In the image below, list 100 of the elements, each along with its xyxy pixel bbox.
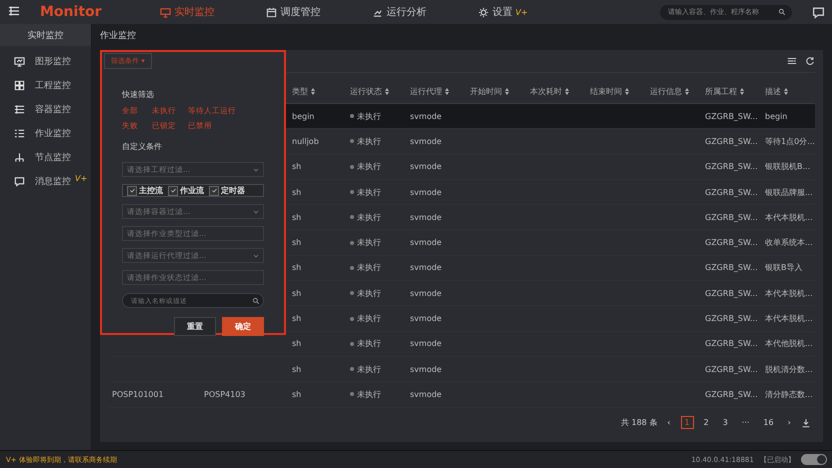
status-dot bbox=[350, 164, 354, 169]
column-header[interactable]: 运行信息 bbox=[646, 86, 701, 96]
nav-tab[interactable]: 调度管控 bbox=[266, 5, 321, 19]
sort-icon[interactable] bbox=[784, 88, 788, 94]
table-cell-text: svmode bbox=[409, 238, 443, 248]
table-cell-text: GZGRB_SW... bbox=[704, 188, 759, 197]
download-icon bbox=[800, 418, 811, 428]
table-cell-text: 银联B导入 bbox=[764, 262, 804, 274]
vip-label: V+ bbox=[75, 174, 88, 182]
table-cell-text: svmode bbox=[409, 263, 443, 272]
sort-icon[interactable] bbox=[445, 88, 449, 94]
grid-icon bbox=[14, 80, 25, 90]
table-row[interactable]: sh 未执行 svmode GZGRB_SW... 脱机清分数... bbox=[108, 356, 815, 382]
table-cell-text: svmode bbox=[409, 288, 443, 298]
page-button[interactable]: 2 bbox=[700, 416, 713, 430]
app-logo: Monitor bbox=[40, 4, 102, 20]
table-cell-text: svmode bbox=[409, 364, 443, 374]
status-dot bbox=[350, 342, 354, 346]
table-cell-text: GZGRB_SW... bbox=[704, 390, 759, 399]
sort-icon[interactable] bbox=[385, 88, 389, 94]
status-dot bbox=[350, 291, 354, 296]
vip-label: V+ bbox=[516, 8, 528, 16]
status-text: 未执行 bbox=[357, 388, 381, 400]
page-button[interactable]: ··· bbox=[738, 416, 754, 430]
status-dot bbox=[350, 114, 354, 118]
column-header[interactable]: 类型 bbox=[288, 86, 346, 96]
refresh-icon bbox=[804, 56, 815, 66]
status-dot bbox=[350, 215, 354, 220]
checkmark-icon bbox=[128, 187, 136, 194]
sidebar-item[interactable]: 容器监控 bbox=[35, 102, 71, 116]
sort-icon[interactable] bbox=[505, 88, 509, 94]
sort-icon[interactable] bbox=[625, 88, 629, 94]
calendar-icon bbox=[266, 6, 277, 18]
table-cell-text: sh bbox=[291, 238, 302, 248]
table-cell-text: GZGRB_SW... bbox=[704, 136, 759, 146]
column-header[interactable]: 开始时间 bbox=[466, 86, 526, 96]
checkbox[interactable]: 主控流 bbox=[127, 185, 163, 196]
nav-tab[interactable]: 运行分析 bbox=[372, 5, 427, 19]
table-cell-text: 本代本脱机... bbox=[764, 313, 814, 324]
column-header[interactable]: 运行状态 bbox=[346, 86, 406, 96]
page-button[interactable]: 3 bbox=[718, 416, 732, 430]
status-text: 未执行 bbox=[357, 237, 381, 248]
next-page-button[interactable]: › bbox=[784, 416, 795, 430]
table-cell-text: POSP4103 bbox=[203, 390, 246, 399]
status-text: 未执行 bbox=[357, 313, 381, 324]
toggle-switch[interactable] bbox=[800, 454, 827, 465]
breadcrumb: 作业监控 bbox=[100, 30, 137, 42]
table-cell-text: sh bbox=[291, 162, 302, 172]
chat-icon bbox=[812, 6, 825, 18]
sidebar-item[interactable]: 节点监控 bbox=[35, 150, 71, 164]
caret-icon bbox=[252, 208, 260, 216]
table-cell-text: sh bbox=[291, 390, 302, 399]
checkmark-icon bbox=[210, 187, 218, 194]
status-dot bbox=[350, 266, 354, 270]
table-cell-text: GZGRB_SW... bbox=[704, 263, 759, 272]
sidebar-item[interactable]: 作业监控 bbox=[35, 126, 71, 140]
table-row[interactable]: POSP101001 POSP4103 sh 未执行 svmode GZGRB_SW... 清分静态数... bbox=[108, 382, 815, 408]
sidebar-header: 实时监控 bbox=[0, 24, 91, 46]
column-settings-icon bbox=[786, 56, 797, 66]
reset-button[interactable]: 重置 bbox=[174, 317, 216, 336]
sort-icon[interactable] bbox=[685, 88, 689, 94]
confirm-button[interactable]: 确定 bbox=[222, 317, 264, 336]
bullet-list-icon bbox=[14, 128, 25, 138]
sort-icon[interactable] bbox=[740, 88, 744, 94]
status-dot bbox=[350, 240, 354, 245]
table-cell-text: 脱机清分数... bbox=[764, 364, 814, 375]
sidebar-item[interactable]: 图形监控 bbox=[35, 54, 71, 68]
status-text: 未执行 bbox=[357, 161, 381, 172]
sort-icon[interactable] bbox=[565, 88, 569, 94]
nav-tab[interactable]: 设置 bbox=[478, 5, 513, 19]
status-dot bbox=[350, 392, 354, 396]
sort-icon[interactable] bbox=[311, 88, 315, 94]
status-text: 未执行 bbox=[357, 364, 381, 375]
table-cell-text: GZGRB_SW... bbox=[704, 238, 759, 248]
status-text: 未执行 bbox=[357, 262, 381, 274]
table-cell-text: sh bbox=[291, 263, 302, 272]
column-header[interactable]: 结束时间 bbox=[586, 86, 646, 96]
table-cell-text: svmode bbox=[409, 212, 443, 222]
total-count: 共 188 条 bbox=[620, 417, 658, 428]
monitor-chart-icon bbox=[14, 56, 25, 66]
column-header[interactable]: 运行代理 bbox=[406, 86, 466, 96]
table-cell-text: 银联品牌服... bbox=[764, 186, 814, 198]
list-icon bbox=[14, 104, 25, 114]
table-cell-text: svmode bbox=[409, 188, 443, 197]
prev-page-button[interactable]: ‹ bbox=[663, 416, 674, 430]
column-header[interactable]: 描述 bbox=[761, 86, 815, 96]
table-cell-text: sh bbox=[291, 188, 302, 197]
table-cell-text: 银联脱机B... bbox=[764, 161, 812, 172]
checkbox[interactable]: 作业流 bbox=[168, 185, 204, 196]
table-cell-text: sh bbox=[291, 364, 302, 374]
table-cell-text: sh bbox=[291, 339, 302, 348]
sidebar-item[interactable]: 工程监控 bbox=[35, 78, 71, 92]
page-button[interactable]: 16 bbox=[759, 416, 778, 430]
column-header[interactable]: 本次耗时 bbox=[526, 86, 586, 96]
table-cell-text: svmode bbox=[409, 339, 443, 348]
checkbox[interactable]: 定时器 bbox=[209, 185, 245, 196]
table-cell-text: 本代他脱机... bbox=[764, 338, 814, 350]
column-header[interactable]: 所属工程 bbox=[701, 86, 761, 96]
status-dot bbox=[350, 139, 354, 144]
sidebar-item[interactable]: 消息监控 bbox=[35, 174, 71, 188]
